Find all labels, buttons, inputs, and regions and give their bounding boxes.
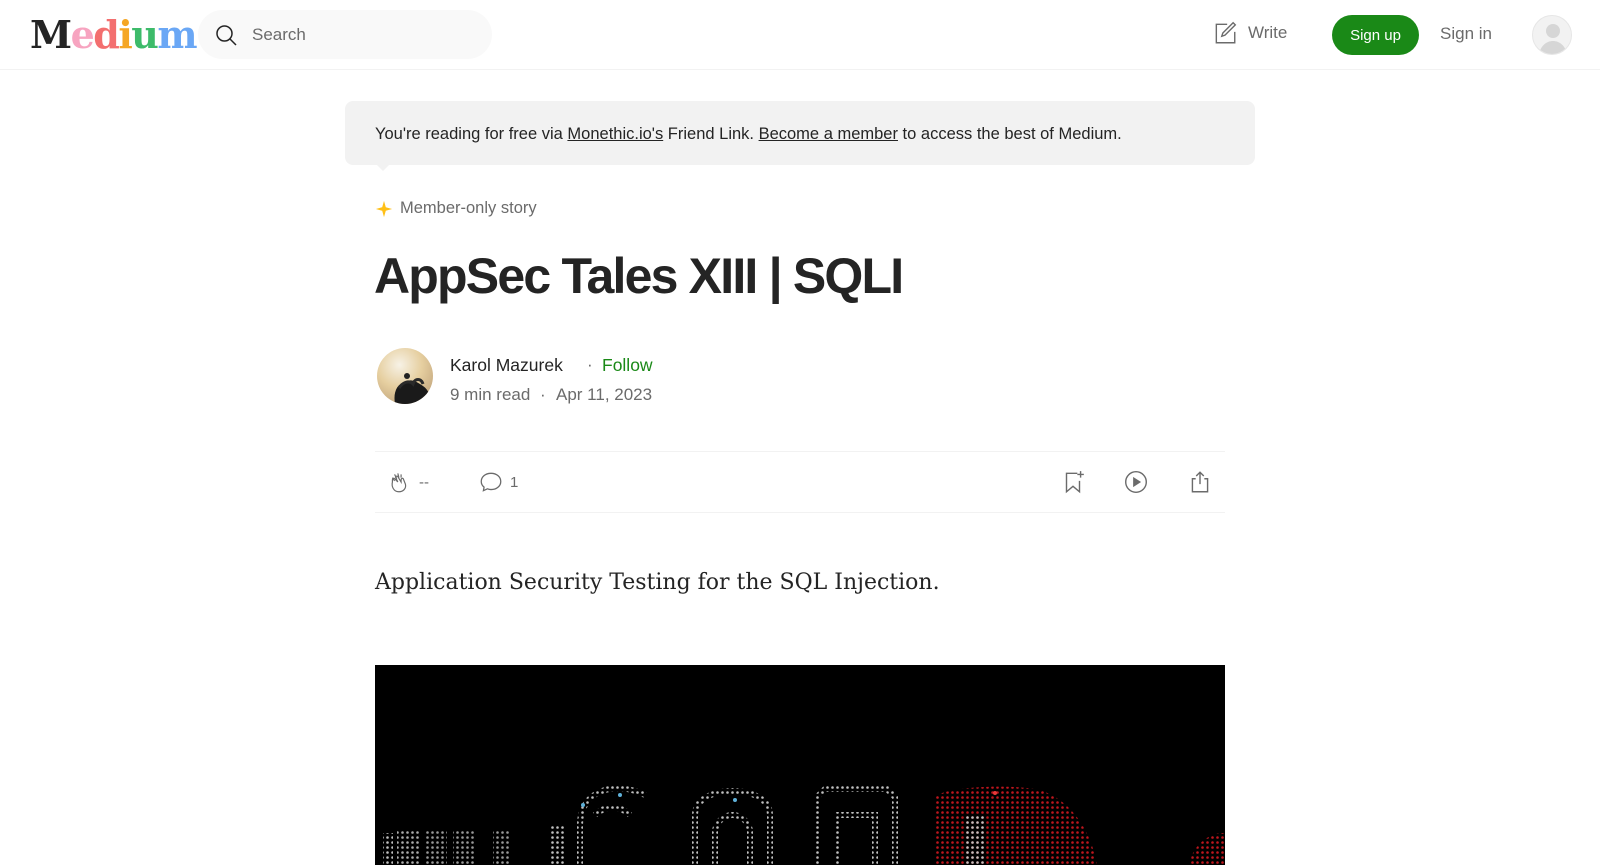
share-icon xyxy=(1191,471,1209,493)
bookmark-button[interactable] xyxy=(1060,469,1086,495)
search-input[interactable] xyxy=(252,22,472,47)
bookmark-add-icon xyxy=(1065,471,1084,494)
sign-in-link[interactable]: Sign in xyxy=(1440,24,1492,44)
author-avatar[interactable] xyxy=(377,348,433,404)
share-button[interactable] xyxy=(1187,469,1213,495)
publish-date: Apr 11, 2023 xyxy=(556,385,653,404)
banner-suffix: to access the best of Medium. xyxy=(897,125,1122,143)
clap-icon xyxy=(391,473,407,493)
write-button[interactable]: Write xyxy=(1212,20,1287,46)
search-icon xyxy=(216,25,237,46)
article-title: AppSec Tales XIII | SQLI xyxy=(374,248,904,304)
play-icon xyxy=(1125,471,1147,493)
article-subtitle: Application Security Testing for the SQL… xyxy=(375,570,940,595)
publisher-link[interactable]: Monethic.io's xyxy=(567,125,663,143)
user-avatar[interactable] xyxy=(1532,15,1572,55)
read-time: 9 min read xyxy=(450,385,531,404)
member-only-badge: Member-only story xyxy=(375,199,537,218)
member-only-label: Member-only story xyxy=(400,199,537,217)
banner-prefix: You're reading for free via xyxy=(375,125,568,143)
comment-count: 1 xyxy=(510,473,519,491)
follow-button[interactable]: Follow xyxy=(602,355,653,376)
search-box[interactable] xyxy=(198,10,492,59)
write-label: Write xyxy=(1248,23,1288,42)
top-navigation: Medium Write Sign up Sign in xyxy=(0,0,1600,70)
sign-up-button[interactable]: Sign up xyxy=(1332,15,1419,55)
article-hero-image xyxy=(375,665,1225,865)
write-icon xyxy=(1215,21,1237,44)
medium-logo[interactable]: Medium xyxy=(30,12,198,58)
banner-pointer xyxy=(375,163,391,171)
banner-middle: Friend Link. xyxy=(663,125,759,143)
clap-count: -- xyxy=(419,473,429,491)
sign-up-label: Sign up xyxy=(1350,26,1401,44)
author-name[interactable]: Karol Mazurek xyxy=(450,355,563,376)
article-action-bar: -- 1 xyxy=(375,451,1225,513)
author-photo xyxy=(377,348,433,404)
user-silhouette-icon xyxy=(1539,24,1567,54)
friend-link-banner: You're reading for free via Monethic.io'… xyxy=(345,101,1255,165)
clap-button[interactable]: -- xyxy=(387,469,429,495)
star-icon xyxy=(375,200,393,217)
separator-dot: · xyxy=(587,355,593,374)
banner-text: You're reading for free via Monethic.io'… xyxy=(375,125,1122,144)
listen-button[interactable] xyxy=(1123,469,1149,495)
separator-dot: · xyxy=(540,385,546,404)
comments-button[interactable]: 1 xyxy=(478,469,518,495)
comment-icon xyxy=(480,472,502,492)
become-member-link[interactable]: Become a member xyxy=(759,125,898,143)
sqli-ascii-art-image xyxy=(383,785,1225,865)
